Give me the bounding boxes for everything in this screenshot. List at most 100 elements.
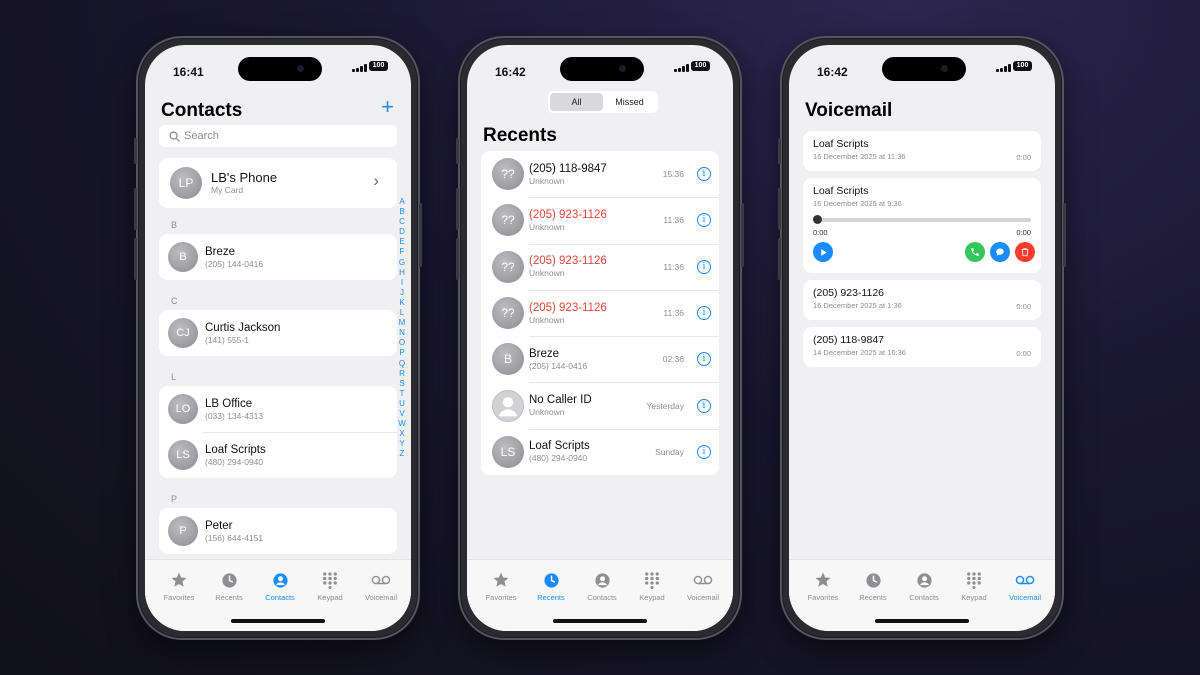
clock-icon — [221, 572, 237, 588]
avatar: LO — [168, 394, 198, 424]
alphabet-index-letter[interactable]: A — [398, 197, 406, 207]
my-card[interactable]: LP LB's Phone My Card › — [159, 158, 397, 208]
play-icon — [820, 248, 827, 256]
alphabet-index-letter[interactable]: Z — [398, 449, 406, 459]
contact-name: Curtis Jackson — [205, 321, 281, 334]
info-icon[interactable]: i — [697, 306, 711, 321]
alphabet-index-letter[interactable]: X — [398, 429, 406, 439]
call-time: 15:36 — [662, 169, 684, 180]
alphabet-index-letter[interactable]: G — [398, 258, 406, 268]
info-icon[interactable]: i — [697, 167, 711, 182]
contact-row[interactable]: LO LB Office (033) 134-4313 — [159, 386, 397, 432]
playback-scrubber[interactable] — [815, 218, 1031, 222]
alphabet-index-letter[interactable]: H — [398, 268, 406, 278]
contact-row[interactable]: CJ Curtis Jackson (141) 555-1 — [159, 310, 397, 356]
tab-label: Keypad — [639, 593, 665, 602]
tab-label: Voicemail — [686, 593, 720, 602]
search-input[interactable]: Search — [159, 125, 397, 147]
screen: 16:41 100 Contacts + Search LP LB's Phon… — [145, 45, 411, 631]
call-time: Yesterday — [646, 400, 685, 411]
alphabet-index-letter[interactable]: U — [398, 399, 406, 409]
alphabet-index-letter[interactable]: I — [398, 278, 406, 288]
alphabet-index-letter[interactable]: V — [398, 409, 406, 419]
recent-call-row[interactable]: B Breze (205) 144-0416 02:36 i — [481, 336, 719, 382]
alphabet-index-letter[interactable]: C — [398, 217, 406, 227]
tab-favorites[interactable]: Favorites — [476, 570, 526, 602]
alphabet-index-letter[interactable]: M — [398, 318, 406, 328]
caller-detail: Unknown — [529, 175, 565, 186]
alphabet-index-letter[interactable]: P — [398, 348, 406, 358]
alphabet-index-letter[interactable]: L — [398, 308, 406, 318]
home-indicator[interactable] — [231, 619, 325, 623]
tab-keypad[interactable]: Keypad — [305, 570, 355, 602]
alphabet-index[interactable]: ABCDEFGHIJKLMNOPQRSTUVWXYZ — [398, 197, 406, 459]
alphabet-index-letter[interactable]: S — [398, 379, 406, 389]
recent-call-row[interactable]: ?? (205) 118-9847 Unknown 15:36 i — [481, 151, 719, 197]
alphabet-index-letter[interactable]: F — [398, 247, 406, 257]
voicemail-item[interactable]: Loaf Scripts 16 December 2025 at 11:36 0… — [803, 131, 1041, 171]
voicemail-duration: 0:00 — [1016, 349, 1031, 358]
delete-button[interactable] — [1015, 242, 1035, 262]
alphabet-index-letter[interactable]: Y — [398, 439, 406, 449]
scrubber-handle[interactable] — [813, 215, 822, 224]
my-card-row[interactable]: LP LB's Phone My Card › — [159, 158, 397, 208]
contact-name: LB Office — [205, 397, 253, 410]
tab-voicemail[interactable]: Voicemail — [678, 570, 728, 602]
info-icon[interactable]: i — [697, 444, 711, 459]
alphabet-index-letter[interactable]: T — [398, 389, 406, 399]
tab-voicemail[interactable]: Voicemail — [1000, 570, 1050, 602]
call-back-button[interactable] — [965, 242, 985, 262]
segmented-control[interactable]: All Missed — [548, 91, 658, 113]
alphabet-index-letter[interactable]: R — [398, 369, 406, 379]
tab-keypad[interactable]: Keypad — [627, 570, 677, 602]
tab-contacts[interactable]: Contacts — [899, 570, 949, 602]
alphabet-index-letter[interactable]: B — [398, 207, 406, 217]
voicemail-item-expanded[interactable]: Loaf Scripts 16 December 2025 at 9:36 0:… — [803, 178, 1041, 273]
tab-contacts[interactable]: Contacts — [577, 570, 627, 602]
alphabet-index-letter[interactable]: W — [398, 419, 406, 429]
phone-voicemail: 16:42 100 Voicemail Loaf Scripts 16 Dece… — [778, 36, 1066, 640]
alphabet-index-letter[interactable]: K — [398, 298, 406, 308]
info-icon[interactable]: i — [697, 352, 711, 367]
tab-favorites[interactable]: Favorites — [798, 570, 848, 602]
recent-call-row[interactable]: ?? (205) 923-1126 Unknown 11:36 i — [481, 197, 719, 243]
alphabet-index-letter[interactable]: Q — [398, 359, 406, 369]
info-icon[interactable]: i — [697, 213, 711, 228]
alphabet-index-letter[interactable]: E — [398, 237, 406, 247]
tab-label: Voicemail — [364, 593, 398, 602]
voicemail-item[interactable]: (205) 118-9847 14 December 2025 at 16:36… — [803, 327, 1041, 367]
tab-label: Keypad — [961, 593, 987, 602]
segment-all[interactable]: All — [550, 93, 603, 111]
contact-row[interactable]: LS Loaf Scripts (480) 294-0940 — [159, 432, 397, 478]
recent-call-row[interactable]: No Caller ID Unknown Yesterday i — [481, 382, 719, 428]
message-button[interactable] — [990, 242, 1010, 262]
tab-keypad[interactable]: Keypad — [949, 570, 999, 602]
info-icon[interactable]: i — [697, 398, 711, 413]
contact-row[interactable]: B Breze (205) 144-0416 — [159, 234, 397, 280]
home-indicator[interactable] — [875, 619, 969, 623]
home-indicator[interactable] — [553, 619, 647, 623]
play-button[interactable] — [813, 242, 833, 262]
recent-call-row[interactable]: ?? (205) 923-1126 Unknown 11:36 i — [481, 289, 719, 336]
tab-favorites[interactable]: Favorites — [154, 570, 204, 602]
avatar: ?? — [492, 204, 524, 237]
add-contact-button[interactable]: + — [381, 96, 394, 118]
contact-row[interactable]: P Peter (156) 644-4151 — [159, 508, 397, 554]
tab-recents[interactable]: Recents — [526, 570, 576, 602]
info-icon[interactable]: i — [697, 259, 711, 274]
voicemail-item[interactable]: (205) 923-1126 16 December 2025 at 1:36 … — [803, 280, 1041, 320]
alphabet-index-letter[interactable]: J — [398, 288, 406, 298]
tab-recents[interactable]: Recents — [848, 570, 898, 602]
tab-voicemail[interactable]: Voicemail — [356, 570, 406, 602]
avatar: P — [168, 516, 198, 546]
alphabet-index-letter[interactable]: N — [398, 328, 406, 338]
status-bar: 16:42 100 — [789, 45, 1055, 89]
status-time: 16:42 — [817, 65, 848, 79]
recent-call-row[interactable]: LS Loaf Scripts (480) 294-0940 Sunday i — [481, 428, 719, 475]
tab-contacts[interactable]: Contacts — [255, 570, 305, 602]
alphabet-index-letter[interactable]: O — [398, 338, 406, 348]
alphabet-index-letter[interactable]: D — [398, 227, 406, 237]
recent-call-row[interactable]: ?? (205) 923-1126 Unknown 11:36 i — [481, 243, 719, 290]
tab-recents[interactable]: Recents — [204, 570, 254, 602]
segment-missed[interactable]: Missed — [603, 93, 656, 111]
